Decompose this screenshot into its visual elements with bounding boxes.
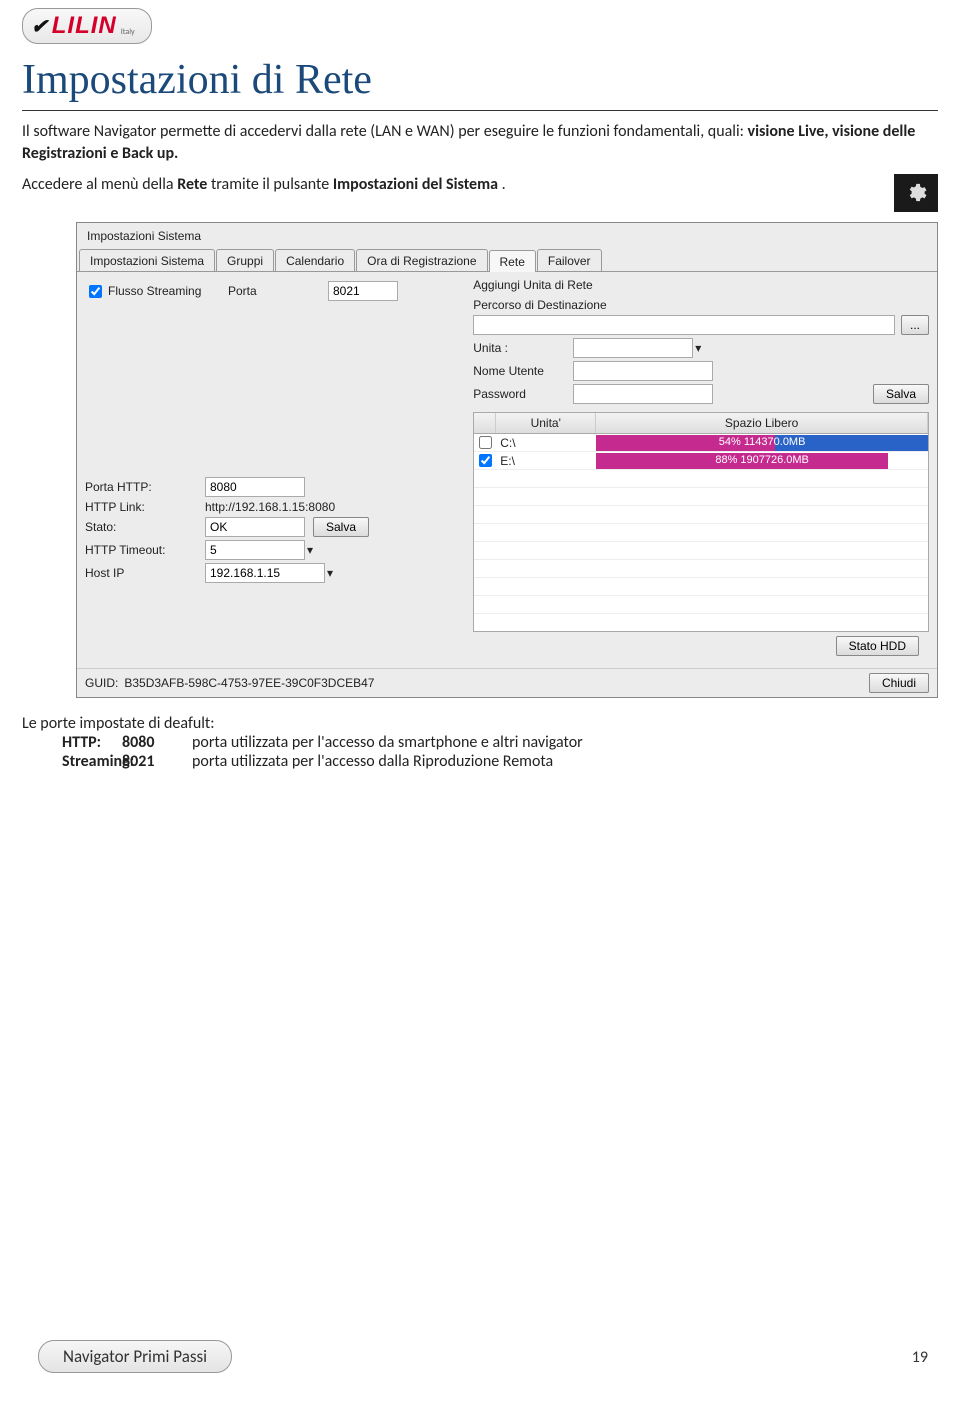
page-title: Impostazioni di Rete (22, 56, 960, 104)
row-unit: E:\ (496, 454, 596, 468)
instr-bold-2: Impostazioni del Sistema (333, 175, 498, 194)
grid-row[interactable]: C:\ 54% 114370.0MB (474, 434, 928, 452)
host-ip-input[interactable] (205, 563, 325, 583)
percorso-input[interactable] (473, 315, 895, 335)
porta-http-input[interactable] (205, 477, 305, 497)
http-timeout-label: HTTP Timeout: (85, 543, 205, 557)
nome-utente-input[interactable] (573, 361, 713, 381)
flusso-checkbox[interactable] (89, 285, 102, 298)
row-checkbox[interactable] (479, 436, 492, 449)
page-number: 19 (912, 1348, 928, 1367)
guid-value: B35D3AFB-598C-4753-97EE-39C0F3DCEB47 (124, 676, 374, 690)
porta-label: Porta (228, 284, 328, 298)
row-free: 54% 114370.0MB (596, 436, 928, 448)
default-row: HTTP: 8080 porta utilizzata per l'access… (22, 733, 938, 752)
password-input[interactable] (573, 384, 713, 404)
dialog-tabs: Impostazioni Sistema Gruppi Calendario O… (77, 249, 937, 272)
aggiungi-unita-label: Aggiungi Unita di Rete (473, 278, 929, 292)
guid-row: GUID: B35D3AFB-598C-4753-97EE-39C0F3DCEB… (77, 668, 937, 697)
instr-text-c: . (502, 175, 506, 194)
http-link-value: http://192.168.1.15:8080 (205, 500, 335, 514)
panel-right: Aggiungi Unita di Rete Percorso di Desti… (473, 278, 929, 658)
settings-dialog: Impostazioni Sistema Impostazioni Sistem… (76, 222, 938, 698)
row-checkbox[interactable] (479, 454, 492, 467)
defaults-block: Le porte impostate di deafult: HTTP: 808… (22, 714, 938, 771)
tab-ora-registrazione[interactable]: Ora di Registrazione (356, 249, 487, 271)
intro-paragraph: Il software Navigator permette di accede… (22, 121, 938, 164)
password-label: Password (473, 387, 573, 401)
default-key: Streaming: (22, 752, 122, 771)
close-button[interactable]: Chiudi (869, 673, 929, 693)
page-footer: Navigator Primi Passi 19 (0, 1340, 960, 1373)
porta-input[interactable] (328, 281, 398, 301)
browse-button[interactable]: ... (901, 315, 929, 335)
http-timeout-input[interactable] (205, 540, 305, 560)
default-desc: porta utilizzata per l'accesso da smartp… (192, 733, 938, 752)
salva-right-button[interactable]: Salva (873, 384, 929, 404)
instr-bold-1: Rete (177, 175, 207, 194)
logo-mark: ✔ (31, 14, 48, 39)
host-ip-label: Host IP (85, 566, 205, 580)
tab-failover[interactable]: Failover (537, 249, 602, 271)
default-val: 8080 (122, 733, 192, 752)
chevron-down-icon[interactable]: ▾ (327, 566, 333, 580)
grid-header: Unita' Spazio Libero (474, 413, 928, 434)
percorso-label: Percorso di Destinazione (473, 298, 929, 312)
stato-label: Stato: (85, 520, 205, 534)
default-val: 8021 (122, 752, 192, 771)
stato-hdd-button[interactable]: Stato HDD (836, 636, 919, 656)
tab-impostazioni-sistema[interactable]: Impostazioni Sistema (79, 249, 215, 271)
salva-left-button[interactable]: Salva (313, 517, 369, 537)
gear-icon[interactable] (894, 174, 938, 212)
title-divider (22, 110, 938, 111)
unita-label: Unita : (473, 341, 573, 355)
logo-subtext: Italy (121, 27, 135, 37)
instr-text-a: Accedere al menù della (22, 175, 177, 194)
tab-rete[interactable]: Rete (489, 250, 536, 272)
default-row: Streaming: 8021 porta utilizzata per l'a… (22, 752, 938, 771)
default-key: HTTP: (22, 733, 122, 752)
porta-http-label: Porta HTTP: (85, 480, 205, 494)
intro-text: Il software Navigator permette di accede… (22, 122, 748, 141)
chevron-down-icon[interactable]: ▾ (695, 341, 701, 355)
drive-grid: Unita' Spazio Libero C:\ 54% 114370.0MB … (473, 412, 929, 632)
footer-label: Navigator Primi Passi (38, 1340, 232, 1373)
grid-head-unit: Unita' (496, 413, 596, 433)
guid-label: GUID: (85, 676, 118, 690)
defaults-title: Le porte impostate di deafult: (22, 714, 938, 733)
nome-utente-label: Nome Utente (473, 364, 573, 378)
http-link-label: HTTP Link: (85, 500, 205, 514)
dialog-title: Impostazioni Sistema (77, 223, 937, 249)
default-desc: porta utilizzata per l'accesso dalla Rip… (192, 752, 938, 771)
chevron-down-icon[interactable]: ▾ (307, 543, 313, 557)
row-free: 88% 1907726.0MB (596, 454, 928, 466)
dialog-panel: Flusso Streaming Porta Porta HTTP: HTTP … (77, 272, 937, 668)
unita-select[interactable] (573, 338, 693, 358)
tab-gruppi[interactable]: Gruppi (216, 249, 274, 271)
row-unit: C:\ (496, 436, 596, 450)
logo-text: LILIN (52, 12, 117, 40)
brand-logo: ✔ LILIN Italy (22, 8, 152, 44)
tab-calendario[interactable]: Calendario (275, 249, 355, 271)
grid-row[interactable]: E:\ 88% 1907726.0MB (474, 452, 928, 470)
instruction-line: Accedere al menù della Rete tramite il p… (22, 174, 894, 196)
instr-text-b: tramite il pulsante (211, 175, 333, 194)
flusso-label: Flusso Streaming (108, 284, 228, 298)
panel-left: Flusso Streaming Porta Porta HTTP: HTTP … (85, 278, 473, 658)
grid-head-free: Spazio Libero (596, 413, 928, 433)
stato-input[interactable] (205, 517, 305, 537)
